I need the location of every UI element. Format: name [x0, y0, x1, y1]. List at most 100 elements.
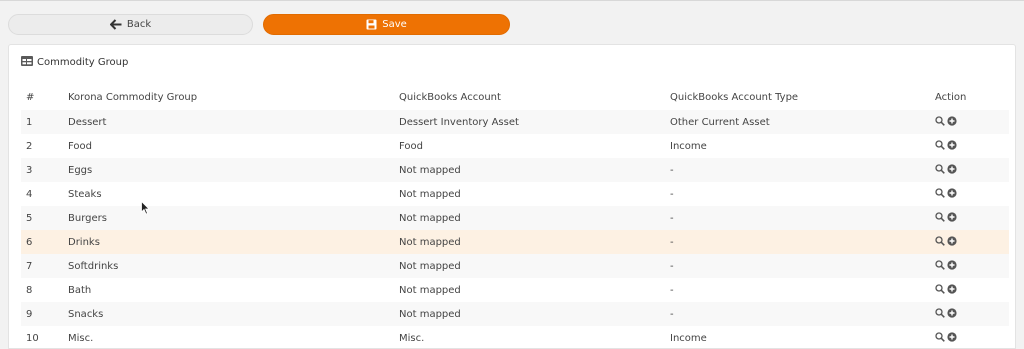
plus-circle-icon[interactable]: [947, 211, 957, 222]
quickbooks-account: Not mapped: [399, 284, 461, 296]
korona-commodity-group: Burgers: [63, 206, 394, 230]
quickbooks-account: Not mapped: [394, 302, 665, 326]
korona-commodity-group: Softdrinks: [63, 254, 394, 278]
save-button[interactable]: Save: [263, 14, 510, 35]
korona-commodity-group: Snacks: [63, 302, 394, 326]
arrow-left-icon: [109, 19, 122, 30]
row-actions: [930, 158, 1009, 182]
quickbooks-account-type: Income: [670, 332, 707, 344]
plus-circle-icon[interactable]: [947, 331, 957, 342]
quickbooks-account: Dessert Inventory Asset: [394, 110, 665, 134]
quickbooks-account-type: Income: [670, 140, 707, 152]
korona-commodity-group: Eggs: [63, 158, 394, 182]
panel-header: Commodity Group: [21, 56, 128, 69]
search-icon[interactable]: [935, 283, 945, 294]
row-number: 7: [21, 254, 63, 278]
search-icon[interactable]: [935, 115, 945, 126]
column-header-number: #: [26, 92, 35, 103]
korona-commodity-group: Misc.: [68, 332, 94, 344]
search-icon[interactable]: [935, 187, 945, 198]
quickbooks-account-type: -: [665, 206, 930, 230]
column-header-korona-group: Korona Commodity Group: [68, 92, 198, 103]
korona-commodity-group: Steaks: [68, 188, 102, 200]
search-icon[interactable]: [935, 259, 945, 270]
search-icon[interactable]: [935, 211, 945, 222]
column-header-action: Action: [935, 92, 967, 103]
column-header-qb-account-type: QuickBooks Account Type: [670, 92, 799, 103]
row-number: 5: [21, 206, 63, 230]
plus-circle-icon[interactable]: [947, 139, 957, 150]
quickbooks-account: Not mapped: [394, 230, 665, 254]
back-button[interactable]: Back: [8, 14, 253, 35]
table-row[interactable]: 3 Eggs Not mapped -: [21, 158, 1009, 182]
table-row[interactable]: 4 Steaks Not mapped -: [21, 182, 1009, 206]
commodity-group-table: # Korona Commodity Group QuickBooks Acco…: [21, 85, 1009, 349]
row-actions: [930, 230, 1009, 254]
row-number: 6: [21, 230, 63, 254]
quickbooks-account-type: -: [665, 254, 930, 278]
plus-circle-icon[interactable]: [947, 187, 957, 198]
korona-commodity-group: Drinks: [63, 230, 394, 254]
plus-circle-icon[interactable]: [947, 115, 957, 126]
mouse-cursor-icon: [141, 200, 150, 218]
quickbooks-account-type: -: [665, 230, 930, 254]
plus-circle-icon[interactable]: [947, 259, 957, 270]
row-actions: [930, 326, 1009, 349]
quickbooks-account: Not mapped: [394, 158, 665, 182]
korona-commodity-group: Dessert: [63, 110, 394, 134]
row-actions: [930, 302, 1009, 326]
search-icon[interactable]: [935, 163, 945, 174]
row-number: 9: [21, 302, 63, 326]
table-row[interactable]: 5 Burgers Not mapped -: [21, 206, 1009, 230]
plus-circle-icon[interactable]: [947, 283, 957, 294]
table-header-row: # Korona Commodity Group QuickBooks Acco…: [21, 85, 1009, 110]
row-actions: [930, 134, 1009, 158]
panel-title: Commodity Group: [37, 57, 129, 68]
row-actions: [930, 206, 1009, 230]
table-row[interactable]: 6 Drinks Not mapped -: [21, 230, 1009, 254]
search-icon[interactable]: [935, 331, 945, 342]
korona-commodity-group: Food: [68, 140, 92, 152]
search-icon[interactable]: [935, 235, 945, 246]
table-row[interactable]: 7 Softdrinks Not mapped -: [21, 254, 1009, 278]
plus-circle-icon[interactable]: [947, 307, 957, 318]
row-number: 3: [21, 158, 63, 182]
quickbooks-account: Food: [399, 140, 423, 152]
row-actions: [930, 182, 1009, 206]
quickbooks-account: Misc.: [399, 332, 425, 344]
search-icon[interactable]: [935, 307, 945, 318]
quickbooks-account: Not mapped: [394, 254, 665, 278]
row-number: 1: [21, 110, 63, 134]
row-number: 10: [26, 332, 39, 344]
quickbooks-account: Not mapped: [394, 206, 665, 230]
row-number: 4: [26, 188, 33, 200]
table-row[interactable]: 10 Misc. Misc. Income: [21, 326, 1009, 349]
table-body: 1 Dessert Dessert Inventory Asset Other Cur…: [21, 110, 1009, 349]
table-icon: [21, 56, 33, 69]
quickbooks-account: Not mapped: [399, 188, 461, 200]
save-label: Save: [382, 19, 407, 30]
row-actions: [930, 110, 1009, 134]
commodity-group-panel: Commodity Group # Korona Commodity Group…: [8, 44, 1016, 349]
quickbooks-account-type: Other Current Asset: [665, 110, 930, 134]
row-number: 8: [26, 284, 33, 296]
back-label: Back: [126, 19, 152, 30]
quickbooks-account-type: -: [670, 188, 674, 200]
quickbooks-account-type: -: [665, 158, 930, 182]
table-row[interactable]: 8 Bath Not mapped -: [21, 278, 1009, 302]
plus-circle-icon[interactable]: [947, 235, 957, 246]
row-number: 2: [26, 140, 33, 152]
search-icon[interactable]: [935, 139, 945, 150]
row-actions: [930, 278, 1009, 302]
quickbooks-account-type: -: [670, 284, 674, 296]
table-row[interactable]: 2 Food Food Income: [21, 134, 1009, 158]
toolbar: Back Save: [8, 14, 1016, 35]
floppy-disk-icon: [366, 19, 377, 30]
quickbooks-account-type: -: [665, 302, 930, 326]
korona-commodity-group: Bath: [68, 284, 92, 296]
table-row[interactable]: 1 Dessert Dessert Inventory Asset Other Cur…: [21, 110, 1009, 134]
row-actions: [930, 254, 1009, 278]
plus-circle-icon[interactable]: [947, 163, 957, 174]
table-row[interactable]: 9 Snacks Not mapped -: [21, 302, 1009, 326]
column-header-qb-account: QuickBooks Account: [399, 92, 501, 103]
